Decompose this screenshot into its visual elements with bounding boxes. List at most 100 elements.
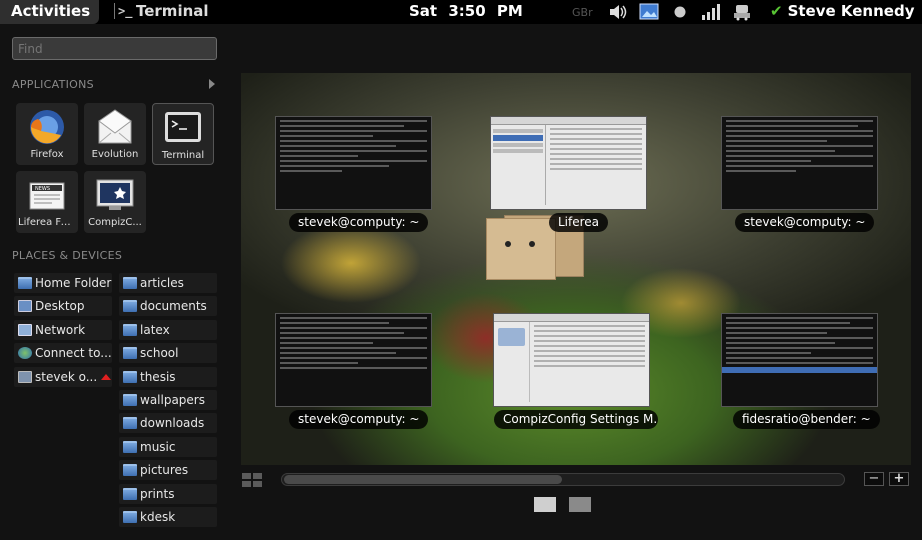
app-menu[interactable]: >_ Terminal bbox=[114, 2, 209, 20]
app-evolution[interactable]: Evolution bbox=[84, 103, 146, 165]
folder-label: pictures bbox=[140, 463, 189, 477]
app-liferea[interactable]: NEWS Liferea Fe... bbox=[16, 171, 78, 233]
place-network[interactable]: Network bbox=[14, 320, 112, 340]
wallpaper-box-face bbox=[486, 218, 556, 280]
signal-icon[interactable] bbox=[699, 2, 723, 22]
folder-wallpapers[interactable]: wallpapers bbox=[119, 390, 217, 410]
folder-documents[interactable]: documents bbox=[119, 296, 217, 316]
folder-latex[interactable]: latex bbox=[119, 320, 217, 340]
window-thumbnail-terminal-1[interactable] bbox=[275, 116, 432, 210]
home-folder-icon bbox=[18, 277, 32, 289]
network-icon[interactable] bbox=[730, 2, 754, 22]
folder-label: school bbox=[140, 346, 179, 360]
desktop-icon bbox=[18, 300, 32, 312]
window-thumbnail-terminal-4[interactable] bbox=[721, 313, 878, 407]
app-firefox[interactable]: Firefox bbox=[16, 103, 78, 165]
app-compizconfig[interactable]: CompizC... bbox=[84, 171, 146, 233]
globe-icon bbox=[18, 347, 32, 359]
folder-label: downloads bbox=[140, 416, 205, 430]
power-icon[interactable] bbox=[668, 2, 692, 22]
folder-music[interactable]: music bbox=[119, 437, 217, 457]
folder-icon bbox=[123, 417, 137, 429]
window-caption[interactable]: CompizConfig Settings M... bbox=[494, 410, 658, 429]
keyboard-layout[interactable]: GBr bbox=[572, 6, 593, 19]
terminal-icon: >_ bbox=[114, 3, 132, 19]
app-label: Evolution bbox=[91, 149, 139, 160]
window-caption[interactable]: fidesratio@bender: ~ bbox=[733, 410, 880, 429]
place-label: Network bbox=[35, 323, 86, 337]
folder-thesis[interactable]: thesis bbox=[119, 367, 217, 387]
search-input[interactable] bbox=[12, 37, 217, 60]
wallpaper-box-eye bbox=[505, 241, 511, 247]
folder-articles[interactable]: articles bbox=[119, 273, 217, 293]
activities-button[interactable]: Activities bbox=[0, 0, 99, 24]
top-panel: Activities >_ Terminal Sat 3:50 PM GBr ✔… bbox=[0, 0, 922, 24]
folder-label: documents bbox=[140, 299, 207, 313]
places-heading: PLACES & DEVICES bbox=[12, 249, 123, 262]
display-icon[interactable] bbox=[637, 2, 661, 22]
compizconfig-icon bbox=[94, 175, 136, 215]
window-thumbnail-compizconfig[interactable] bbox=[493, 313, 650, 407]
clock-day: Sat bbox=[409, 2, 438, 20]
folder-label: articles bbox=[140, 276, 184, 290]
folder-icon bbox=[123, 324, 137, 336]
app-label: Terminal bbox=[161, 150, 205, 161]
grid-view-icon[interactable] bbox=[242, 473, 262, 487]
place-desktop[interactable]: Desktop bbox=[14, 296, 112, 316]
app-terminal[interactable]: Terminal bbox=[152, 103, 214, 165]
folder-icon bbox=[123, 394, 137, 406]
volume-icon[interactable] bbox=[606, 2, 630, 22]
folder-icon bbox=[123, 347, 137, 359]
window-caption[interactable]: stevek@computy: ~ bbox=[735, 213, 875, 232]
app-label: Liferea Fe... bbox=[18, 217, 77, 228]
window-thumbnail-terminal-2[interactable] bbox=[721, 116, 878, 210]
app-label: Firefox bbox=[30, 149, 64, 160]
place-label: Desktop bbox=[35, 299, 85, 313]
drive-icon bbox=[18, 371, 32, 383]
terminal-icon bbox=[162, 108, 204, 148]
folder-kdesk[interactable]: kdesk bbox=[119, 507, 217, 527]
app-label: CompizC... bbox=[88, 217, 142, 228]
eject-icon[interactable] bbox=[101, 374, 112, 380]
workspace-overview[interactable]: stevek@computy: ~ Liferea stevek@computy… bbox=[241, 73, 911, 465]
applications-heading: APPLICATIONS bbox=[12, 78, 94, 91]
folder-label: prints bbox=[140, 487, 175, 501]
folder-icon bbox=[123, 464, 137, 476]
workspace-indicator-1[interactable] bbox=[534, 497, 556, 512]
zoom-out-button[interactable]: − bbox=[864, 472, 884, 486]
window-caption[interactable]: Liferea bbox=[549, 213, 609, 232]
liferea-icon: NEWS bbox=[26, 175, 68, 215]
folder-pictures[interactable]: pictures bbox=[119, 460, 217, 480]
place-label: stevek o... bbox=[35, 370, 98, 384]
clock[interactable]: Sat 3:50 PM bbox=[409, 2, 523, 20]
window-caption[interactable]: stevek@computy: ~ bbox=[289, 213, 429, 232]
folder-label: thesis bbox=[140, 370, 176, 384]
app-menu-label: Terminal bbox=[136, 2, 209, 20]
zoom-in-button[interactable]: + bbox=[889, 472, 909, 486]
folder-downloads[interactable]: downloads bbox=[119, 413, 217, 433]
user-menu[interactable]: ✔ Steve Kennedy bbox=[770, 2, 914, 20]
folder-prints[interactable]: prints bbox=[119, 484, 217, 504]
place-label: Connect to... bbox=[35, 346, 112, 360]
workspace-scrollbar[interactable] bbox=[281, 473, 845, 486]
folder-icon bbox=[123, 441, 137, 453]
place-connect-to-server[interactable]: Connect to... bbox=[14, 343, 112, 363]
folder-label: kdesk bbox=[140, 510, 176, 524]
wallpaper-box-eye bbox=[529, 241, 535, 247]
place-stevek-drive[interactable]: stevek o... bbox=[14, 367, 112, 387]
svg-text:NEWS: NEWS bbox=[35, 186, 50, 192]
scrollbar-thumb[interactable] bbox=[284, 475, 562, 484]
status-area: GBr bbox=[572, 0, 761, 24]
more-applications-arrow-icon[interactable] bbox=[209, 79, 215, 89]
folder-school[interactable]: school bbox=[119, 343, 217, 363]
workspace-indicator-2[interactable] bbox=[569, 497, 591, 512]
folder-label: latex bbox=[140, 323, 170, 337]
window-thumbnail-liferea[interactable] bbox=[490, 116, 647, 210]
window-thumbnail-terminal-3[interactable] bbox=[275, 313, 432, 407]
place-label: Home Folder bbox=[35, 276, 112, 290]
folder-icon bbox=[123, 511, 137, 523]
folder-icon bbox=[123, 371, 137, 383]
folder-icon bbox=[123, 277, 137, 289]
place-home-folder[interactable]: Home Folder bbox=[14, 273, 112, 293]
window-caption[interactable]: stevek@computy: ~ bbox=[289, 410, 429, 429]
